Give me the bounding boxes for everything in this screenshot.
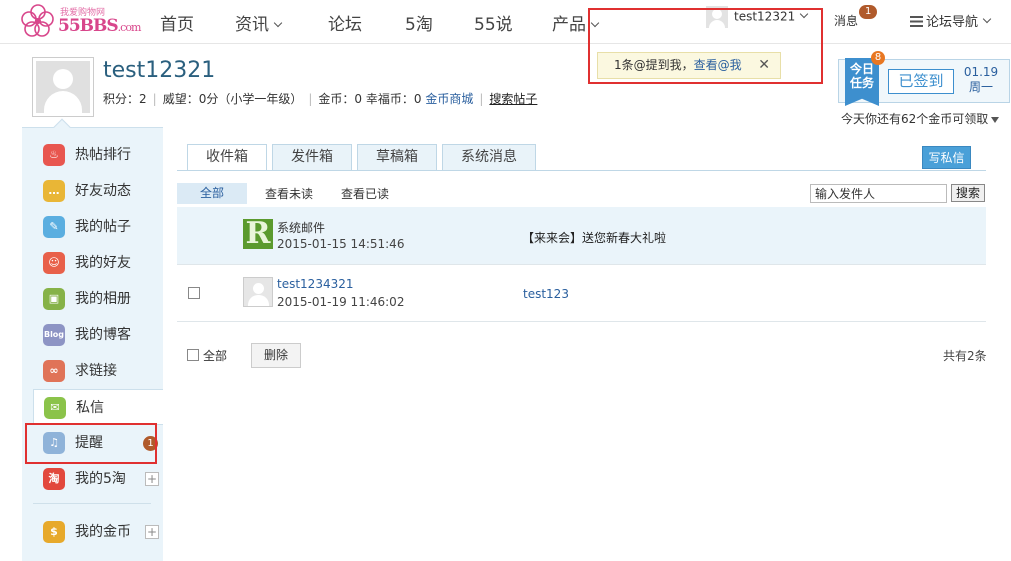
- fortune-value: 幸福币：0: [365, 92, 422, 106]
- chat-bubble-icon: …: [43, 180, 65, 202]
- profile-name: test12321: [103, 58, 216, 83]
- points-value: 2: [139, 92, 147, 106]
- nav-home[interactable]: 首页: [160, 10, 194, 35]
- nav-55shuo[interactable]: 55说: [474, 10, 513, 35]
- flower-logo-icon: [21, 4, 54, 37]
- sidebar-item-label: 好友动态: [75, 183, 131, 199]
- sidebar-item-label: 我的金币: [75, 524, 131, 540]
- messages-link[interactable]: 消息 1: [834, 5, 878, 29]
- tab-underline: [177, 170, 986, 171]
- sidebar-item-label: 热帖排行: [75, 147, 131, 163]
- message-sender: 系统邮件: [277, 221, 326, 235]
- chevron-down-icon: [273, 18, 283, 28]
- messages-label: 消息: [834, 14, 859, 28]
- mention-popup: 1条@提到我，查看@我 ✕: [597, 52, 781, 79]
- search-button[interactable]: 搜索: [951, 184, 985, 202]
- points-label: 积分：: [103, 92, 140, 106]
- gold-value: 金币：0: [318, 92, 363, 106]
- sidebar-item-label: 求链接: [75, 363, 117, 379]
- prestige-value: 威望：0分（小学一年级）: [162, 92, 303, 106]
- message-time: 2015-01-15 14:51:46: [277, 237, 405, 251]
- chevron-down-icon: [982, 14, 992, 24]
- close-icon[interactable]: ✕: [758, 53, 770, 78]
- search-posts-link[interactable]: 搜索帖子: [489, 92, 537, 106]
- message-row[interactable]: R 系统邮件 2015-01-15 14:51:46 【来来会】送您新春大礼啦: [177, 207, 986, 265]
- total-count: 共有2条: [943, 349, 987, 363]
- forum-nav-label: 论坛导航: [926, 15, 979, 30]
- gold-available-note[interactable]: 今天你还有62个金币可领取: [841, 110, 1000, 127]
- sidebar-item-friends[interactable]: ☺ 我的好友: [33, 245, 158, 281]
- gold-shop-link[interactable]: 金币商城: [425, 92, 473, 106]
- sender-search-input[interactable]: [810, 184, 947, 203]
- sidebar-item-tao[interactable]: 淘我的5淘 +: [33, 461, 159, 497]
- filter-unread[interactable]: 查看未读: [265, 185, 313, 202]
- nav-5tao[interactable]: 5淘: [405, 10, 433, 35]
- sidebar-item-edit[interactable]: ✎ 我的帖子: [33, 209, 158, 245]
- sidebar-item-label: 私信: [76, 400, 104, 416]
- sidebar-item-album[interactable]: ▣ 我的相册: [33, 281, 158, 317]
- sidebar-item-label: 我的好友: [75, 255, 131, 271]
- view-mentions-link[interactable]: 查看@我: [694, 58, 742, 72]
- friends-icon: ☺: [43, 252, 65, 274]
- messages-count-badge: 1: [859, 5, 878, 19]
- logo-brand: 55BBS.com: [58, 16, 141, 36]
- message-checkbox[interactable]: [188, 287, 200, 299]
- message-row[interactable]: test1234321 2015-01-19 11:46:02 test123: [177, 265, 986, 322]
- mention-text: 1条@提到我，: [614, 58, 694, 72]
- select-all-label[interactable]: 全部: [203, 347, 227, 364]
- link-icon: ∞: [43, 360, 65, 382]
- top-nav-bar: 我爱购物网 55BBS.com 首页 资讯 论坛 5淘 55说 产品 test1…: [0, 0, 1011, 44]
- sidebar-item-coin[interactable]: $ 我的金币 +: [33, 514, 159, 550]
- site-logo[interactable]: 我爱购物网 55BBS.com: [20, 2, 141, 40]
- sidebar-item-chat-bubble[interactable]: … 好友动态: [33, 173, 158, 209]
- sidebar-item-label: 我的相册: [75, 291, 131, 307]
- profile-avatar[interactable]: [32, 57, 94, 117]
- daily-task-widget: 今日 任务 8 已签到 01.19 周一: [838, 51, 1010, 106]
- tab-system-messages[interactable]: 系统消息: [442, 144, 536, 170]
- sidebar-item-fire[interactable]: ♨ 热帖排行: [33, 137, 158, 173]
- album-icon: ▣: [43, 288, 65, 310]
- triangle-down-icon: [991, 117, 1000, 123]
- sidebar-item-label: 我的5淘: [75, 471, 126, 487]
- message-subject[interactable]: 【来来会】送您新春大礼啦: [522, 229, 666, 246]
- coin-icon: $: [43, 521, 65, 543]
- expand-plus-icon[interactable]: +: [145, 472, 159, 486]
- fire-icon: ♨: [43, 144, 65, 166]
- profile-stats: 积分：2 | 威望：0分（小学一年级） | 金币：0 幸福币：0 金币商城 | 搜索帖子: [103, 92, 538, 106]
- expand-plus-icon[interactable]: +: [145, 525, 159, 539]
- tab-drafts[interactable]: 草稿箱: [357, 144, 437, 170]
- tab-outbox[interactable]: 发件箱: [272, 144, 352, 170]
- delete-button[interactable]: 删除: [251, 343, 301, 368]
- select-all-checkbox[interactable]: [187, 349, 199, 361]
- blog-icon: Blog: [43, 324, 65, 346]
- filter-read[interactable]: 查看已读: [341, 185, 389, 202]
- write-message-button[interactable]: 写私信: [922, 146, 971, 169]
- tab-inbox[interactable]: 收件箱: [187, 144, 267, 171]
- system-mail-avatar: R: [243, 219, 273, 249]
- highlight-frame-reminder: [25, 423, 157, 464]
- sidebar-item-link[interactable]: ∞ 求链接: [33, 353, 158, 389]
- sidebar-item-mail[interactable]: ✉ 私信: [33, 389, 163, 425]
- nav-forum[interactable]: 论坛: [328, 10, 362, 35]
- list-icon: [910, 16, 923, 27]
- sidebar-item-label: 我的博客: [75, 327, 131, 343]
- forum-nav-menu[interactable]: 论坛导航: [910, 11, 992, 30]
- sidebar-divider: [33, 503, 151, 504]
- message-sender[interactable]: test1234321: [277, 277, 354, 291]
- message-time: 2015-01-19 11:46:02: [277, 295, 405, 309]
- sender-avatar[interactable]: [243, 277, 273, 307]
- signed-in-button[interactable]: 已签到: [888, 69, 954, 94]
- edit-icon: ✎: [43, 216, 65, 238]
- filter-all[interactable]: 全部: [177, 183, 247, 204]
- mail-icon: ✉: [44, 397, 66, 419]
- nav-news[interactable]: 资讯: [235, 10, 283, 35]
- sidebar-item-blog[interactable]: Blog 我的博客: [33, 317, 158, 353]
- message-subject[interactable]: test123: [523, 287, 569, 301]
- date-display: 01.19 周一: [963, 65, 999, 94]
- task-count-badge: 8: [871, 51, 885, 65]
- tao-icon: 淘: [43, 468, 65, 490]
- sidebar-item-label: 我的帖子: [75, 219, 131, 235]
- daily-task-ribbon[interactable]: 今日 任务: [845, 58, 879, 106]
